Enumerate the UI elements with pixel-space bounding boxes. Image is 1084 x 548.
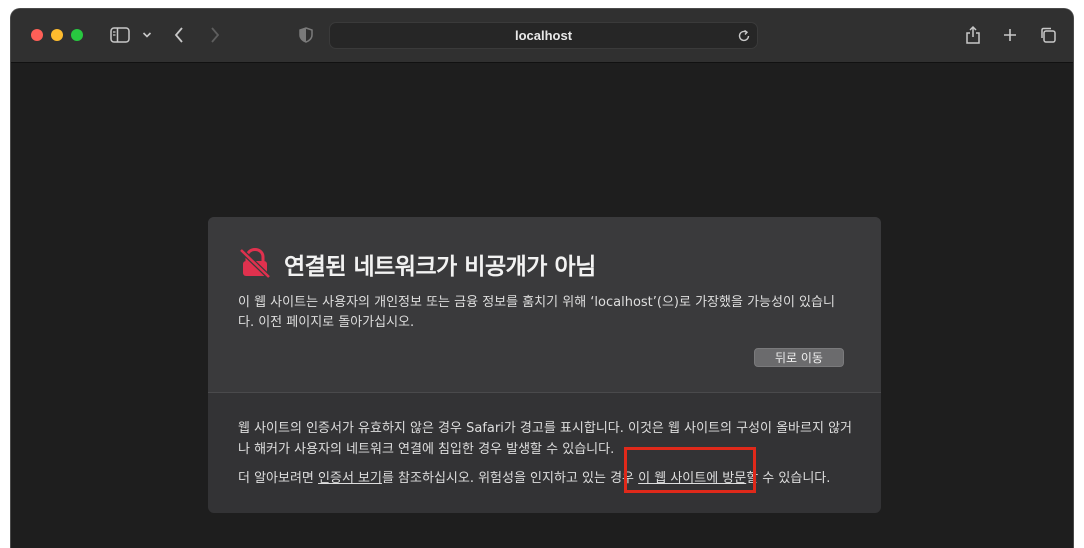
page-content: 연결된 네트워크가 비공개가 아님 이 웹 사이트는 사용자의 개인정보 또는 … [11, 64, 1073, 548]
certificate-details-text: 웹 사이트의 인증서가 유효하지 않은 경우 Safari가 경고를 표시합니다… [238, 421, 852, 457]
back-icon[interactable] [171, 24, 187, 46]
insecure-lock-icon [238, 247, 272, 282]
browser-toolbar: localhost [11, 9, 1073, 63]
learn-more-prefix: 더 알아보려면 [238, 471, 319, 486]
url-text: localhost [514, 28, 573, 43]
minimize-window-button[interactable] [51, 29, 63, 41]
go-back-button[interactable]: 뒤로 이동 [754, 348, 844, 367]
sidebar-icon[interactable] [109, 24, 131, 46]
learn-more-middle: 를 참조하십시오. 위험성을 인지하고 있는 경우 [381, 471, 639, 486]
shield-icon[interactable] [298, 24, 314, 46]
browser-window: localhost 연결된 네트워크가 비공개가 아님 이 웹 사이트는 사용자… [10, 8, 1074, 548]
learn-more-suffix: 할 수 있습니다. [746, 471, 831, 486]
tabs-overview-icon[interactable] [1038, 24, 1058, 46]
view-certificate-link[interactable]: 인증서 보기 [318, 471, 382, 486]
forward-icon[interactable] [207, 24, 223, 46]
reload-icon[interactable] [737, 28, 751, 47]
new-tab-icon[interactable] [1000, 24, 1020, 46]
visit-website-link[interactable]: 이 웹 사이트에 방문 [638, 471, 746, 486]
certificate-warning-panel: 연결된 네트워크가 비공개가 아님 이 웹 사이트는 사용자의 개인정보 또는 … [208, 217, 881, 513]
chevron-down-icon[interactable] [141, 24, 153, 46]
address-bar[interactable]: localhost [329, 22, 758, 49]
zoom-window-button[interactable] [71, 29, 83, 41]
share-icon[interactable] [963, 24, 983, 46]
learn-more-text: 더 알아보려면 인증서 보기를 참조하십시오. 위험성을 인지하고 있는 경우 … [238, 469, 878, 489]
warning-description: 이 웹 사이트는 사용자의 개인정보 또는 금융 정보를 훔치기 위해 ‘loc… [238, 295, 835, 330]
warning-title: 연결된 네트워크가 비공개가 아님 [284, 254, 596, 280]
warning-header-section: 연결된 네트워크가 비공개가 아님 이 웹 사이트는 사용자의 개인정보 또는 … [208, 217, 881, 393]
close-window-button[interactable] [31, 29, 43, 41]
